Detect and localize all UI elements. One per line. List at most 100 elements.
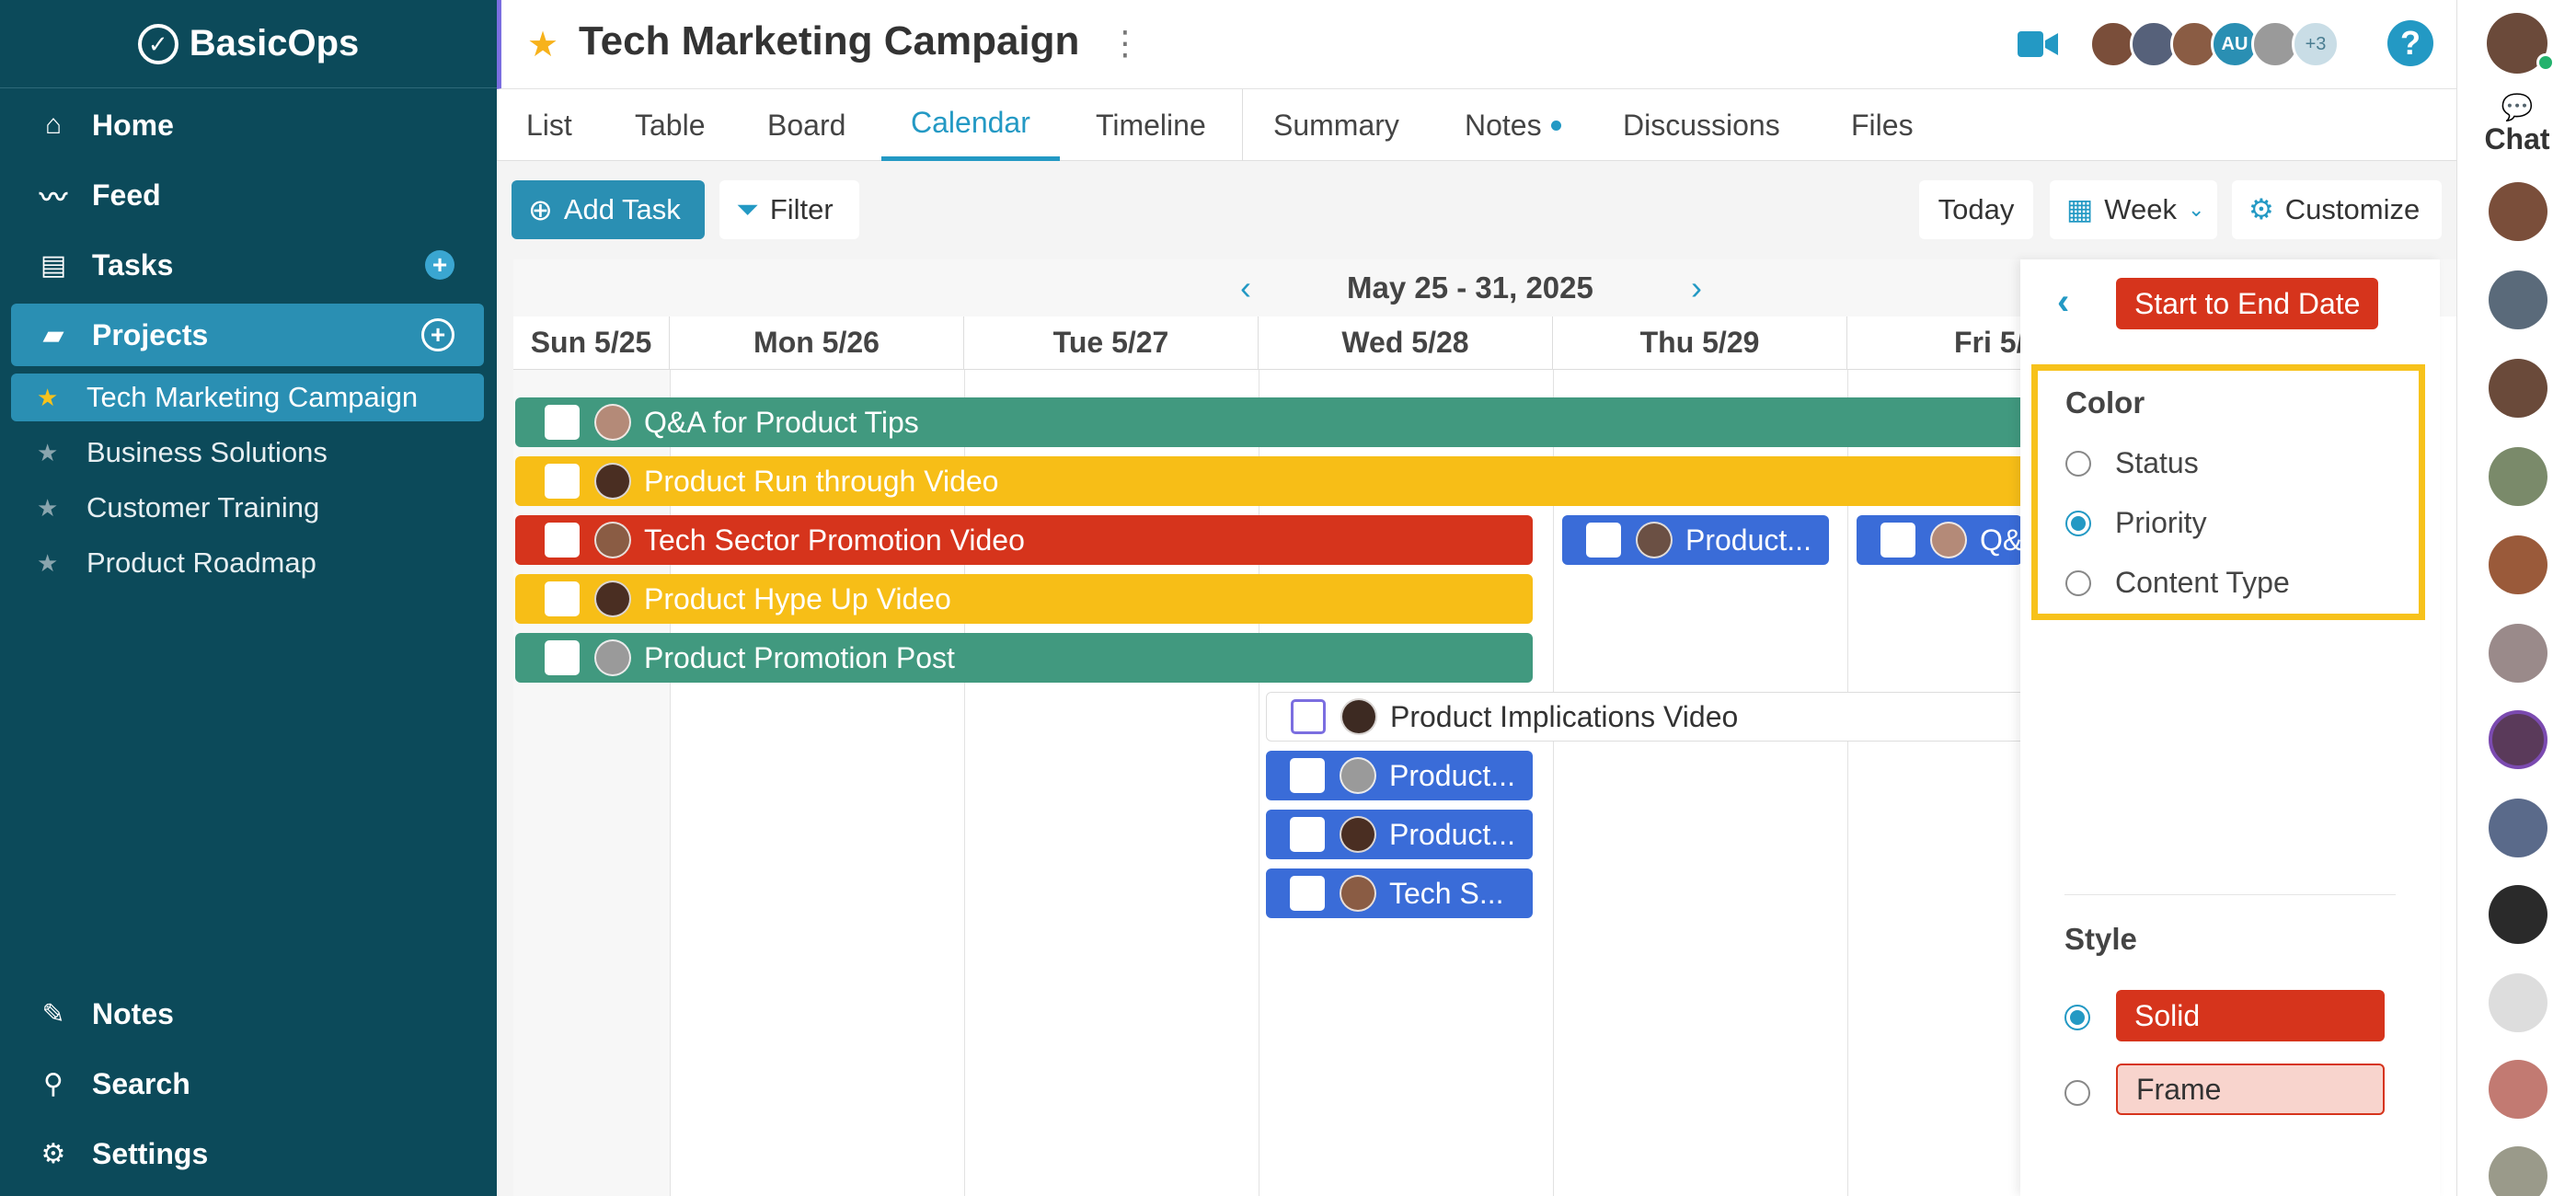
task-checkbox[interactable] [1290,758,1325,793]
task-checkbox[interactable] [545,581,580,616]
star-icon[interactable]: ★ [37,494,68,523]
add-task-plus-icon[interactable]: + [425,250,454,280]
style-section-title: Style [2064,922,2137,956]
tab-list[interactable]: List [526,89,572,161]
task-bar[interactable]: Q&A for Product Tips [515,397,2033,447]
chevron-down-icon: ⌄ [2187,198,2205,221]
tab-timeline[interactable]: Timeline [1096,89,1206,161]
today-button[interactable]: Today [1919,180,2033,239]
chat-contact-avatar[interactable] [2489,270,2547,329]
task-checkbox[interactable] [1290,817,1325,852]
assignee-avatar [594,581,631,617]
chat-tab[interactable]: 💬 Chat [2457,92,2576,156]
date-mode-chip[interactable]: Start to End Date [2116,278,2379,329]
project-item-business-solutions[interactable]: ★ Business Solutions [11,429,484,477]
project-item-product-roadmap[interactable]: ★ Product Roadmap [11,539,484,587]
nav-search[interactable]: ⚲ Search [11,1052,484,1115]
tab-summary[interactable]: Summary [1273,89,1399,161]
add-project-plus-icon[interactable]: + [421,318,454,351]
gear-icon: ⚙ [2248,193,2274,225]
task-bar[interactable]: Tech S... [1266,868,1533,918]
assignee-avatar [594,463,631,500]
style-option-solid[interactable]: Solid [2116,990,2385,1041]
color-option-content-type[interactable]: Content Type [2065,566,2290,600]
nav-notes[interactable]: ✎ Notes [11,983,484,1045]
chat-contact-avatar[interactable] [2489,1060,2547,1119]
star-icon[interactable]: ★ [37,439,68,467]
task-bar[interactable]: Product... [1266,810,1533,859]
task-bar[interactable]: Product Promotion Post [515,633,1533,683]
help-icon[interactable]: ? [2387,20,2433,66]
radio-button[interactable] [2064,1080,2090,1106]
tab-table[interactable]: Table [635,89,706,161]
more-options-icon[interactable]: ⋮ [1109,24,1142,63]
task-title: Product... [1685,523,1811,557]
task-bar[interactable]: Product... [1562,515,1829,565]
tab-discussions[interactable]: Discussions [1623,89,1780,161]
chat-contact-avatar[interactable] [2489,535,2547,594]
task-title: Product Implications Video [1390,699,1739,733]
task-bar[interactable]: Tech Sector Promotion Video [515,515,1533,565]
task-title: Tech Sector Promotion Video [644,523,1025,557]
task-checkbox[interactable] [1586,523,1621,558]
star-icon[interactable]: ★ [37,549,68,578]
chat-contact-avatar[interactable] [2489,885,2547,944]
more-members-badge[interactable]: +3 [2292,20,2340,68]
task-checkbox[interactable] [545,405,580,440]
add-task-button[interactable]: ⊕ Add Task [512,180,705,239]
chat-contact-avatar[interactable] [2489,182,2547,241]
option-label: Content Type [2115,566,2290,599]
tab-calendar[interactable]: Calendar [881,89,1060,161]
task-bar[interactable]: Product Implications Video [1266,692,2039,742]
tab-notes[interactable]: Notes [1465,89,1561,161]
favorite-star-icon[interactable]: ★ [527,24,558,65]
project-item-customer-training[interactable]: ★ Customer Training [11,484,484,532]
task-checkbox[interactable] [545,640,580,675]
view-select[interactable]: ▦ Week ⌄ [2050,180,2217,239]
radio-button-selected[interactable] [2065,510,2091,536]
video-call-icon[interactable] [2018,26,2058,63]
filter-button[interactable]: ⏷ Filter [719,180,859,239]
pencil-icon: ✎ [41,998,65,1029]
chat-contact-avatar[interactable] [2489,710,2547,769]
nav-home-label: Home [92,108,174,142]
logo[interactable]: ✓ BasicOps [0,0,497,88]
nav-projects[interactable]: ▰ Projects + [11,304,484,366]
color-option-status[interactable]: Status [2065,446,2199,480]
task-checkbox[interactable] [1290,876,1325,911]
task-bar[interactable]: Product Hype Up Video [515,574,1533,624]
next-week-icon[interactable]: › [1691,269,1702,307]
radio-button[interactable] [2065,569,2091,596]
chevron-left-icon[interactable]: ‹ [2057,282,2069,323]
color-option-priority[interactable]: Priority [2065,506,2207,540]
app: { "app": {"name": "BasicOps"}, "nav": { … [0,0,2576,1196]
nav-feed[interactable]: 〰 Feed [11,164,484,226]
task-bar[interactable]: Q& [1857,515,2022,565]
customize-button[interactable]: ⚙ Customize [2232,180,2442,239]
project-item-tech-marketing-campaign[interactable]: ★ Tech Marketing Campaign [11,374,484,421]
nav-home[interactable]: ⌂ Home [11,94,484,156]
chat-contact-avatar[interactable] [2489,624,2547,683]
task-checkbox[interactable] [545,523,580,558]
assignee-avatar [1340,757,1376,794]
radio-button-selected[interactable] [2064,1005,2090,1030]
prev-week-icon[interactable]: ‹ [1240,269,1251,307]
chat-contact-avatar[interactable] [2489,1146,2547,1196]
task-checkbox[interactable] [545,464,580,499]
task-checkbox[interactable] [1880,523,1915,558]
task-bar[interactable]: Product Run through Video [515,456,2033,506]
task-bar[interactable]: Product... [1266,751,1533,800]
member-avatars[interactable]: AU +3 [2089,20,2340,68]
star-icon[interactable]: ★ [37,384,68,412]
chat-contact-avatar[interactable] [2489,359,2547,418]
tab-board[interactable]: Board [767,89,845,161]
style-option-frame[interactable]: Frame [2116,1064,2385,1115]
chat-contact-avatar[interactable] [2489,973,2547,1032]
radio-button[interactable] [2065,450,2091,477]
chat-contact-avatar[interactable] [2489,799,2547,857]
nav-settings[interactable]: ⚙ Settings [11,1122,484,1185]
tab-files[interactable]: Files [1851,89,1914,161]
task-checkbox[interactable] [1291,699,1326,734]
nav-tasks[interactable]: ▤ Tasks + [11,234,484,296]
chat-contact-avatar[interactable] [2489,447,2547,506]
